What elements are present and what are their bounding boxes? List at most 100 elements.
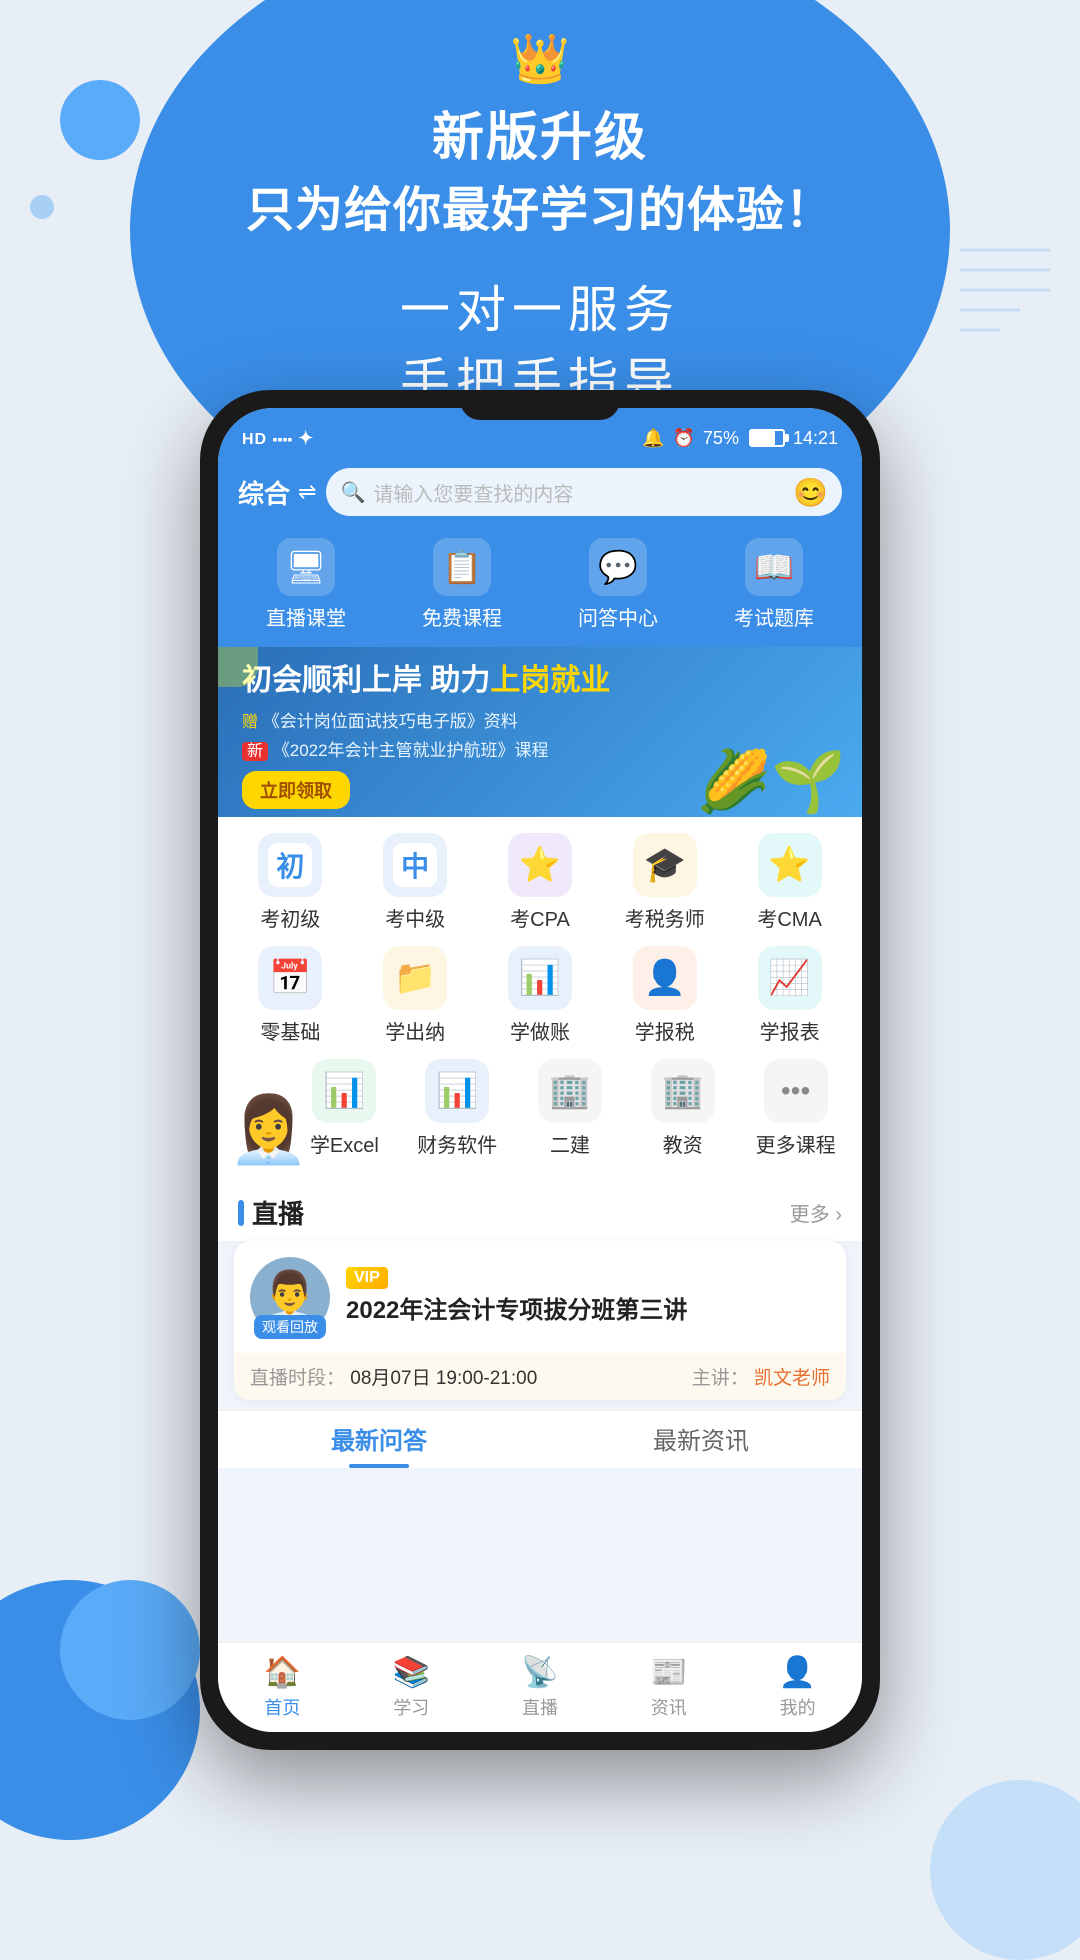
course-item-software[interactable]: 📊 财务软件 bbox=[402, 1059, 512, 1158]
nav-free-course[interactable]: 📋 免费课程 bbox=[422, 538, 502, 631]
nav-live-class[interactable]: 🖥 直播课堂 bbox=[266, 538, 346, 631]
course-item-basics[interactable]: 📅 零基础 bbox=[235, 946, 345, 1045]
course-icon-excel: 📊 bbox=[312, 1059, 376, 1123]
qa-center-icon: 💬 bbox=[589, 538, 647, 596]
tab-latest-qa-label: 最新问答 bbox=[331, 1428, 427, 1455]
search-icon: 🔍 bbox=[340, 480, 365, 505]
course-item-more[interactable]: ••• 更多课程 bbox=[741, 1059, 851, 1158]
live-time-value: 08月07日 19:00-21:00 bbox=[350, 1368, 537, 1389]
live-time-label: 直播时段： bbox=[250, 1368, 345, 1389]
bottom-nav: 🏠 首页 📚 学习 📡 直播 📰 资讯 👤 我的 bbox=[218, 1642, 862, 1732]
content-spacer bbox=[218, 1468, 862, 1508]
promo-area: 👑 新版升级 只为给你最好学习的体验！ 一对一服务 手把手指导 bbox=[0, 30, 1080, 426]
course-item-teacher-cert[interactable]: 🏢 教资 bbox=[628, 1059, 738, 1158]
nav-home[interactable]: 🏠 首页 bbox=[218, 1643, 347, 1732]
quick-nav: 🖥 直播课堂 📋 免费课程 💬 问答中心 📖 考试题库 bbox=[218, 528, 862, 647]
course-icon-tax-report: 👤 bbox=[633, 946, 697, 1010]
search-bar[interactable]: 🔍 请输入您要查找的内容 😊 bbox=[326, 468, 842, 516]
course-icon-junior: 初 bbox=[258, 833, 322, 897]
phone-frame: HD ▪▪▪▪ ✦ 🔔 ⏰ 75% 14:21 综合 ⇌ 🔍 bbox=[200, 390, 880, 1750]
phone-notch bbox=[460, 390, 620, 420]
live-more-button[interactable]: 更多 › bbox=[790, 1198, 842, 1227]
profile-icon: 👤 bbox=[779, 1655, 816, 1690]
course-item-bookkeep[interactable]: 📊 学做账 bbox=[485, 946, 595, 1045]
course-item-tax-report[interactable]: 👤 学报税 bbox=[610, 946, 720, 1045]
tab-latest-qa[interactable]: 最新问答 bbox=[218, 1421, 540, 1462]
banner-sub1: 赠 《会计岗位面试技巧电子版》资料 bbox=[242, 707, 838, 732]
live-teacher-info: 主讲： 凯文老师 bbox=[692, 1363, 830, 1390]
course-label-cma: 考CMA bbox=[757, 903, 821, 932]
search-placeholder-text: 请输入您要查找的内容 bbox=[373, 478, 573, 507]
promo-banner[interactable]: 初会顺利上岸 助力上岗就业 赠 《会计岗位面试技巧电子版》资料 新 《2022年… bbox=[218, 647, 862, 817]
free-course-icon: 📋 bbox=[433, 538, 491, 596]
header-left: 综合 ⇌ bbox=[238, 474, 316, 511]
banner-decoration: 🌽🌱 bbox=[697, 746, 846, 817]
free-course-label: 免费课程 bbox=[422, 602, 502, 631]
course-item-junior[interactable]: 初 考初级 bbox=[235, 833, 345, 932]
broadcast-label: 直播 bbox=[522, 1694, 558, 1720]
course-icon-middle: 中 bbox=[383, 833, 447, 897]
clock-time: 14:21 bbox=[793, 428, 838, 449]
nav-study[interactable]: 📚 学习 bbox=[347, 1643, 476, 1732]
crown-icon: 👑 bbox=[0, 30, 1080, 87]
course-label-tax-report: 学报税 bbox=[635, 1016, 695, 1045]
course-label-more: 更多课程 bbox=[756, 1129, 836, 1158]
bg-circle-bottom-right bbox=[930, 1780, 1080, 1960]
course-item-middle[interactable]: 中 考中级 bbox=[360, 833, 470, 932]
live-section-title: 直播 bbox=[238, 1194, 304, 1231]
course-icon-cma: ⭐ bbox=[758, 833, 822, 897]
banner-cta-button[interactable]: 立即领取 bbox=[242, 771, 350, 809]
course-label-junior: 考初级 bbox=[260, 903, 320, 932]
live-vip-badge: VIP bbox=[346, 1267, 388, 1289]
notification-icon: 🔔 bbox=[642, 428, 664, 449]
course-item-cpa[interactable]: ⭐ 考CPA bbox=[485, 833, 595, 932]
study-label: 学习 bbox=[393, 1694, 429, 1720]
banner-corner-deco bbox=[218, 647, 258, 687]
course-item-construction[interactable]: 🏢 二建 bbox=[515, 1059, 625, 1158]
course-item-cma[interactable]: ⭐ 考CMA bbox=[735, 833, 845, 932]
emoji-icon[interactable]: 😊 bbox=[793, 476, 828, 509]
course-label-cashier: 学出纳 bbox=[385, 1016, 445, 1045]
live-info: VIP 2022年注会计专项拔分班第三讲 bbox=[346, 1267, 830, 1326]
live-title-text: 直播 bbox=[252, 1194, 304, 1231]
category-label[interactable]: 综合 bbox=[238, 474, 290, 511]
live-avatar-wrap: 👨‍💼 观看回放 bbox=[250, 1257, 330, 1337]
course-label-middle: 考中级 bbox=[385, 903, 445, 932]
course-item-cashier[interactable]: 📁 学出纳 bbox=[360, 946, 470, 1045]
phone-content: 初会顺利上岸 助力上岗就业 赠 《会计岗位面试技巧电子版》资料 新 《2022年… bbox=[218, 647, 862, 1732]
course-label-excel: 学Excel bbox=[310, 1129, 379, 1158]
study-icon: 📚 bbox=[393, 1655, 430, 1690]
nav-exam-bank[interactable]: 📖 考试题库 bbox=[734, 538, 814, 631]
course-label-construction: 二建 bbox=[550, 1129, 590, 1158]
live-card[interactable]: 👨‍💼 观看回放 VIP 2022年注会计专项拔分班第三讲 直播时段： 08月 bbox=[234, 1241, 846, 1400]
course-icon-bookkeep: 📊 bbox=[508, 946, 572, 1010]
promo-title-1: 新版升级 bbox=[0, 95, 1080, 170]
tab-latest-news-label: 最新资讯 bbox=[653, 1428, 749, 1455]
tab-latest-news[interactable]: 最新资讯 bbox=[540, 1421, 862, 1462]
nav-profile[interactable]: 👤 我的 bbox=[733, 1643, 862, 1732]
phone-screen: HD ▪▪▪▪ ✦ 🔔 ⏰ 75% 14:21 综合 ⇌ 🔍 bbox=[218, 408, 862, 1732]
filter-icon[interactable]: ⇌ bbox=[298, 479, 316, 505]
nav-broadcast[interactable]: 📡 直播 bbox=[476, 1643, 605, 1732]
live-replay-badge[interactable]: 观看回放 bbox=[254, 1315, 326, 1339]
course-icon-software: 📊 bbox=[425, 1059, 489, 1123]
app-header: 综合 ⇌ 🔍 请输入您要查找的内容 😊 bbox=[218, 460, 862, 528]
phone-scroll[interactable]: 初会顺利上岸 助力上岗就业 赠 《会计岗位面试技巧电子版》资料 新 《2022年… bbox=[218, 647, 862, 1732]
course-label-tax: 考税务师 bbox=[625, 903, 705, 932]
course-icon-basics: 📅 bbox=[258, 946, 322, 1010]
live-card-title: 2022年注会计专项拔分班第三讲 bbox=[346, 1295, 830, 1326]
live-teacher-name: 凯文老师 bbox=[754, 1368, 830, 1389]
course-item-tax[interactable]: 🎓 考税务师 bbox=[610, 833, 720, 932]
banner-title: 初会顺利上岸 助力上岗就业 bbox=[242, 655, 838, 699]
promo-title-2: 只为给你最好学习的体验！ bbox=[0, 170, 1080, 240]
battery-icon bbox=[749, 429, 785, 447]
exam-bank-icon: 📖 bbox=[745, 538, 803, 596]
news-icon: 📰 bbox=[650, 1655, 687, 1690]
exam-bank-label: 考试题库 bbox=[734, 602, 814, 631]
nav-qa-center[interactable]: 💬 问答中心 bbox=[578, 538, 658, 631]
course-item-statements[interactable]: 📈 学报表 bbox=[735, 946, 845, 1045]
status-right: 🔔 ⏰ 75% 14:21 bbox=[642, 428, 838, 449]
nav-news[interactable]: 📰 资讯 bbox=[604, 1643, 733, 1732]
course-label-statements: 学报表 bbox=[760, 1016, 820, 1045]
course-row-3: 👩‍💼 📊 学Excel 📊 财务软件 🏢 二建 bbox=[228, 1059, 852, 1158]
